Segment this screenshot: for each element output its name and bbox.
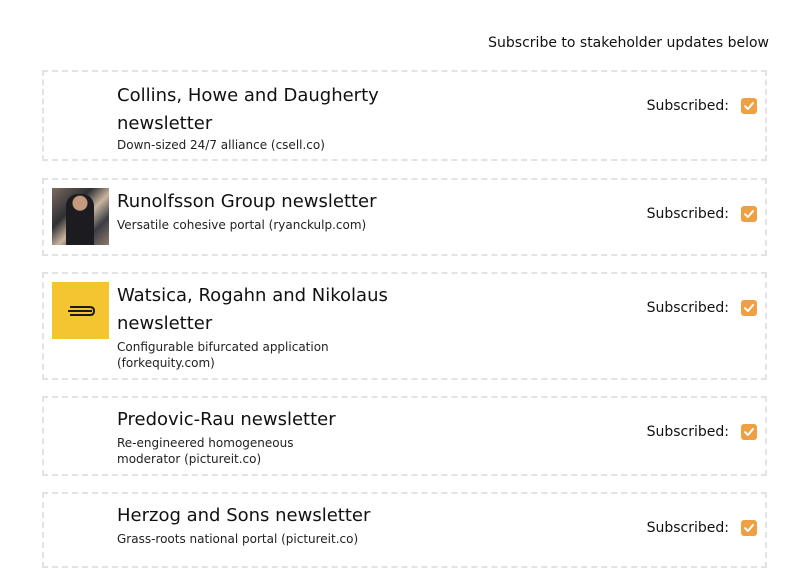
subscribe-checkbox[interactable] (741, 520, 757, 536)
subscribed-label: Subscribed: (646, 300, 729, 316)
subscription-control: Subscribed: (647, 300, 757, 316)
page-header: Subscribe to stakeholder updates below (488, 35, 769, 51)
check-icon (744, 210, 754, 218)
subscription-control: Subscribed: (647, 520, 757, 536)
subscribe-checkbox[interactable] (741, 424, 757, 440)
subscribe-checkbox[interactable] (741, 206, 757, 222)
newsletter-card: Runolfsson Group newsletter Versatile co… (42, 178, 767, 256)
newsletter-description: Configurable bifurcated application (for… (117, 340, 329, 370)
newsletter-card: Predovic-Rau newsletter Re-engineered ho… (42, 396, 767, 476)
subscribe-checkbox[interactable] (741, 300, 757, 316)
newsletter-image (52, 188, 109, 245)
newsletter-description: Versatile cohesive portal (ryanckulp.com… (117, 218, 367, 232)
stack-logo-icon (67, 305, 95, 316)
newsletter-description: Grass-roots national portal (pictureit.c… (117, 532, 359, 546)
check-icon (744, 428, 754, 436)
subscribed-label: Subscribed: (646, 206, 729, 222)
subscription-control: Subscribed: (647, 206, 757, 222)
newsletter-description: Down-sized 24/7 alliance (csell.co) (117, 138, 325, 152)
newsletter-title: Watsica, Rogahn and Nikolaus newsletter (117, 285, 388, 334)
subscription-control: Subscribed: (647, 424, 757, 440)
newsletter-title: Runolfsson Group newsletter (117, 191, 377, 212)
person-photo (66, 194, 94, 245)
subscribed-label: Subscribed: (646, 98, 729, 114)
newsletter-description: Re-engineered homogeneous moderator (pic… (117, 436, 294, 466)
subscribed-label: Subscribed: (646, 424, 729, 440)
newsletter-title: Collins, Howe and Daugherty newsletter (117, 85, 379, 134)
newsletter-title: Herzog and Sons newsletter (117, 505, 371, 526)
subscribe-checkbox[interactable] (741, 98, 757, 114)
newsletter-card: Collins, Howe and Daugherty newsletter D… (42, 70, 767, 161)
newsletter-card: Herzog and Sons newsletter Grass-roots n… (42, 492, 767, 568)
subscription-control: Subscribed: (647, 98, 757, 114)
check-icon (744, 102, 754, 110)
newsletter-image (52, 282, 109, 339)
check-icon (744, 304, 754, 312)
newsletter-title: Predovic-Rau newsletter (117, 409, 336, 430)
newsletter-card: Watsica, Rogahn and Nikolaus newsletter … (42, 272, 767, 380)
check-icon (744, 524, 754, 532)
subscribed-label: Subscribed: (646, 520, 729, 536)
